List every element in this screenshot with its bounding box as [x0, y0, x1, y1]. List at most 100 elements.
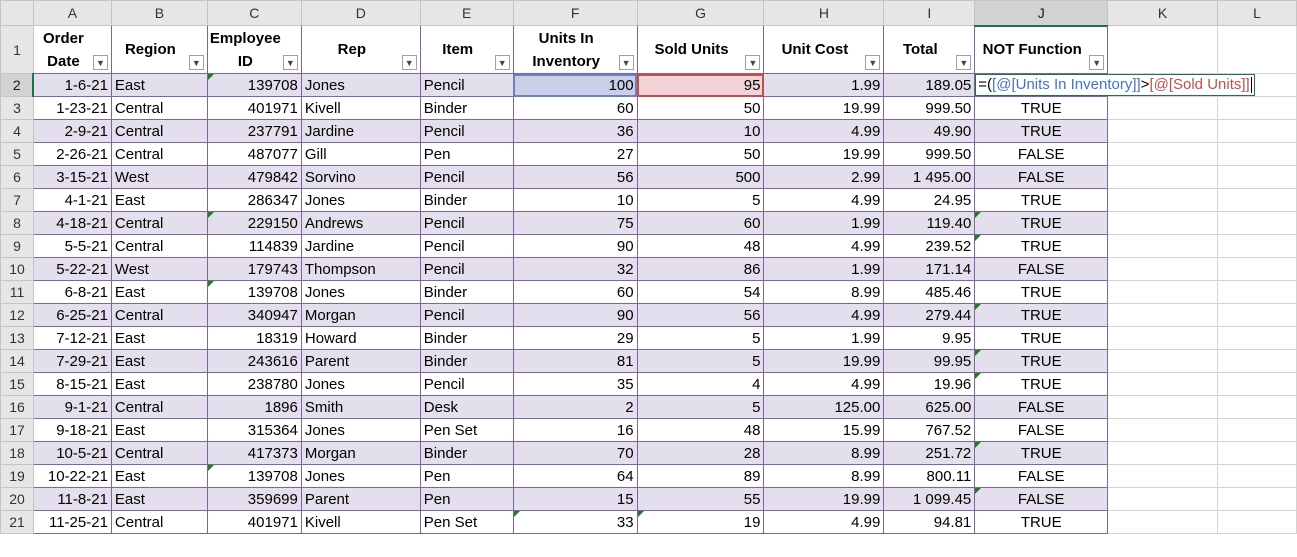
cell-employee-id[interactable]: 238780: [206, 372, 302, 396]
cell-empty[interactable]: [1107, 119, 1218, 143]
row-header[interactable]: 1: [0, 25, 34, 74]
cell-units-in-inventory[interactable]: 33: [512, 510, 638, 534]
cell-region[interactable]: Central: [110, 142, 208, 166]
cell-unit-cost[interactable]: 4.99: [763, 510, 885, 534]
cell-empty[interactable]: [1107, 326, 1218, 350]
cell-order-date[interactable]: 8-15-21: [32, 372, 112, 396]
cell-employee-id[interactable]: 139708: [206, 280, 302, 304]
cell-item[interactable]: Binder: [419, 96, 514, 120]
cell-order-date[interactable]: 5-5-21: [32, 234, 112, 258]
cell-empty[interactable]: [1107, 96, 1218, 120]
cell-sold-units[interactable]: 48: [636, 234, 765, 258]
row-header[interactable]: 3: [0, 96, 34, 120]
row-header[interactable]: 18: [0, 441, 34, 465]
filter-dropdown-icon[interactable]: ▼: [1089, 55, 1105, 70]
cell-rep[interactable]: Kivell: [300, 96, 421, 120]
cell-not-function[interactable]: TRUE: [974, 510, 1109, 534]
cell-units-in-inventory[interactable]: 32: [512, 257, 638, 281]
cell-empty[interactable]: [1217, 464, 1297, 488]
cell-empty[interactable]: [1217, 188, 1297, 212]
cell-region[interactable]: West: [110, 165, 208, 189]
cell-region[interactable]: East: [110, 280, 208, 304]
cell-sold-units[interactable]: 5: [636, 188, 765, 212]
cell-rep[interactable]: Sorvino: [300, 165, 421, 189]
cell-sold-units[interactable]: 60: [636, 211, 765, 235]
cell-unit-cost[interactable]: 19.99: [763, 487, 885, 511]
cell-unit-cost[interactable]: 1.99: [763, 211, 885, 235]
cell-employee-id[interactable]: 340947: [206, 303, 302, 327]
cell-unit-cost[interactable]: 1.99: [763, 257, 885, 281]
cell-sold-units[interactable]: 5: [636, 395, 765, 419]
cell-order-date[interactable]: 11-25-21: [32, 510, 112, 534]
cell-empty[interactable]: [1107, 165, 1218, 189]
cell-region[interactable]: Central: [110, 96, 208, 120]
cell-region[interactable]: East: [110, 326, 208, 350]
cell-not-function[interactable]: TRUE: [974, 188, 1109, 212]
row-header[interactable]: 16: [0, 395, 34, 419]
cell-empty[interactable]: [1107, 418, 1218, 442]
cell-total[interactable]: 119.40: [883, 211, 976, 235]
cell-empty[interactable]: [1217, 510, 1297, 534]
cell-rep[interactable]: Andrews: [300, 211, 421, 235]
column-header-d[interactable]: D: [300, 0, 421, 26]
cell-units-in-inventory[interactable]: 60: [512, 280, 638, 304]
cell-not-function[interactable]: FALSE: [974, 487, 1109, 511]
cell-sold-units[interactable]: 56: [636, 303, 765, 327]
cell-sold-units[interactable]: 50: [636, 96, 765, 120]
select-all-corner[interactable]: [0, 0, 34, 26]
cell-rep[interactable]: Jones: [300, 73, 421, 97]
cell-total[interactable]: 485.46: [883, 280, 976, 304]
cell-empty[interactable]: [1107, 395, 1218, 419]
column-header-k[interactable]: K: [1107, 0, 1218, 26]
row-header[interactable]: 9: [0, 234, 34, 258]
cell-empty[interactable]: [1107, 257, 1218, 281]
cell-empty[interactable]: [1217, 395, 1297, 419]
cell-unit-cost[interactable]: 1.99: [763, 326, 885, 350]
cell-not-function[interactable]: TRUE: [974, 441, 1109, 465]
filter-dropdown-icon[interactable]: ▼: [618, 55, 634, 70]
cell-sold-units[interactable]: 54: [636, 280, 765, 304]
cell-order-date[interactable]: 6-8-21: [32, 280, 112, 304]
cell-not-function[interactable]: FALSE: [974, 395, 1109, 419]
row-header[interactable]: 6: [0, 165, 34, 189]
cell-not-function[interactable]: FALSE: [974, 142, 1109, 166]
cell-region[interactable]: Central: [110, 303, 208, 327]
cell-employee-id[interactable]: 401971: [206, 510, 302, 534]
cell-empty[interactable]: [1217, 96, 1297, 120]
cell-total[interactable]: 19.96: [883, 372, 976, 396]
cell-total[interactable]: 625.00: [883, 395, 976, 419]
cell-empty[interactable]: [1217, 372, 1297, 396]
cell-unit-cost[interactable]: 19.99: [763, 349, 885, 373]
column-header-c[interactable]: C: [206, 0, 302, 26]
cell-empty[interactable]: [1107, 303, 1218, 327]
cell-employee-id[interactable]: 286347: [206, 188, 302, 212]
cell-total[interactable]: 239.52: [883, 234, 976, 258]
cell-unit-cost[interactable]: 2.99: [763, 165, 885, 189]
cell-total[interactable]: 9.95: [883, 326, 976, 350]
cell-region[interactable]: Central: [110, 441, 208, 465]
cell-region[interactable]: Central: [110, 234, 208, 258]
cell-unit-cost[interactable]: 19.99: [763, 142, 885, 166]
filter-dropdown-icon[interactable]: ▼: [956, 55, 972, 70]
cell-rep[interactable]: Jones: [300, 372, 421, 396]
cell-sold-units[interactable]: 48: [636, 418, 765, 442]
cell-region[interactable]: East: [110, 73, 208, 97]
cell-rep[interactable]: Jardine: [300, 119, 421, 143]
cell-unit-cost[interactable]: 4.99: [763, 188, 885, 212]
cell-sold-units[interactable]: 5: [636, 326, 765, 350]
cell-item[interactable]: Pen: [419, 487, 514, 511]
cell-rep[interactable]: Smith: [300, 395, 421, 419]
cell-item[interactable]: Pencil: [419, 303, 514, 327]
cell-rep[interactable]: Kivell: [300, 510, 421, 534]
row-header[interactable]: 11: [0, 280, 34, 304]
cell-employee-id[interactable]: 401971: [206, 96, 302, 120]
cell-employee-id[interactable]: 139708: [206, 464, 302, 488]
cell-region[interactable]: Central: [110, 395, 208, 419]
cell-employee-id[interactable]: 243616: [206, 349, 302, 373]
cell-empty[interactable]: [1217, 280, 1297, 304]
cell-unit-cost[interactable]: 4.99: [763, 234, 885, 258]
cell-employee-id[interactable]: 18319: [206, 326, 302, 350]
cell-units-in-inventory[interactable]: 56: [512, 165, 638, 189]
cell-empty[interactable]: [1217, 25, 1297, 74]
column-header-i[interactable]: I: [883, 0, 976, 26]
